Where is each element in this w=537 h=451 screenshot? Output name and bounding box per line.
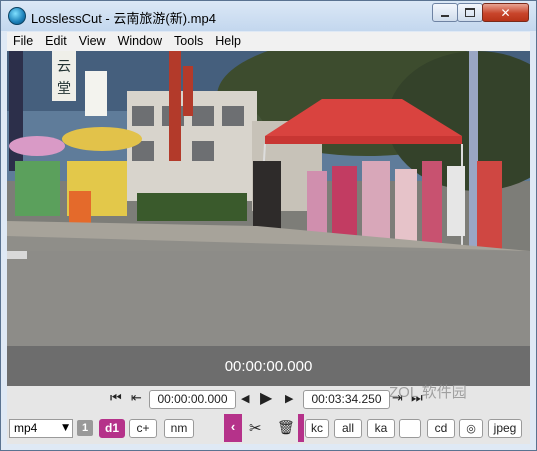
title-bar[interactable]: LosslessCut - 云南旅游(新).mp4 ✕ [1,1,536,31]
add-button[interactable] [399,419,421,438]
menu-window[interactable]: Window [112,32,168,51]
close-icon: ✕ [500,5,511,20]
menu-help[interactable]: Help [209,32,247,51]
jump-left-button[interactable]: ‹ [224,414,242,442]
watermark: ZOL 软件园 [389,384,467,401]
camera-icon: ◎ [466,422,476,435]
menu-tools[interactable]: Tools [168,32,209,51]
segment-count-badge[interactable]: 1 [77,420,93,436]
maximize-button[interactable] [457,3,483,22]
ka-button[interactable]: ka [367,419,395,438]
cd-button[interactable]: cd [427,419,455,438]
close-button[interactable]: ✕ [482,3,529,22]
video-player[interactable]: 云 堂 [7,51,530,346]
current-time-display: 00:00:00.000 [224,358,313,375]
window-title: LosslessCut - 云南旅游(新).mp4 [31,11,216,26]
menu-file[interactable]: File [7,32,39,51]
app-logo-icon [8,7,26,25]
maximize-icon [465,8,475,17]
kc-button[interactable]: kc [305,419,329,438]
prev-frame-icon[interactable]: ◀ [241,391,249,407]
menu-bar: File Edit View Window Tools Help [7,32,530,51]
jump-right-marker[interactable] [298,414,304,442]
set-cut-start-icon[interactable]: ⇤ [131,391,142,407]
c-plus-button[interactable]: c+ [129,419,157,438]
scissors-icon[interactable]: ✂ [249,420,262,436]
nm-button[interactable]: nm [164,419,194,438]
d1-button[interactable]: d1 [99,419,125,438]
menu-view[interactable]: View [73,32,112,51]
minimize-button[interactable] [432,3,458,22]
sign-char-2: 堂 [57,81,71,97]
output-format-select[interactable]: mp4 ▼ [9,419,73,438]
camera-button[interactable]: ◎ [459,419,483,438]
skip-to-start-icon[interactable]: ⏮ [110,391,122,407]
trash-icon[interactable]: 🗑 [277,420,295,436]
video-frame: 云 堂 [7,51,530,346]
jpeg-button[interactable]: jpeg [488,419,522,438]
play-icon[interactable]: ▶ [260,390,272,406]
timeline-bar[interactable]: 00:00:00.000 [7,346,530,386]
cut-start-time-input[interactable]: 00:00:00.000 [149,390,236,409]
chevron-down-icon: ▼ [62,423,69,433]
minimize-icon [441,14,449,17]
next-frame-icon[interactable]: ▶ [285,391,293,407]
output-format-value: mp4 [14,421,38,435]
cut-end-time-input[interactable]: 00:03:34.250 [303,390,390,409]
sign-char-1: 云 [57,59,71,75]
all-button[interactable]: all [334,419,362,438]
menu-edit[interactable]: Edit [39,32,73,51]
app-window: LosslessCut - 云南旅游(新).mp4 ✕ File Edit Vi… [0,0,537,451]
